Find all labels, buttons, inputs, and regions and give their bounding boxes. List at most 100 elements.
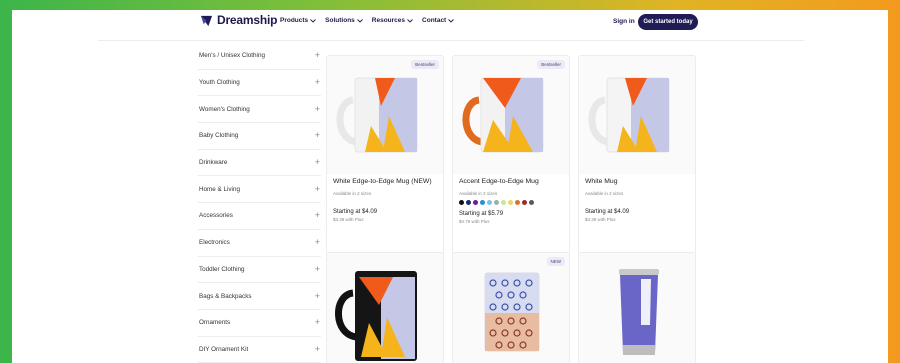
color-swatch[interactable] — [473, 200, 478, 205]
sidebar-item-label: Toddler Clothing — [199, 265, 245, 273]
sidebar-item-home-living[interactable]: Home & Living + — [198, 176, 321, 204]
product-price: Starting at $4.09 — [333, 209, 378, 215]
product-image[interactable] — [579, 56, 695, 174]
product-image[interactable]: NEW — [453, 253, 569, 363]
plus-icon[interactable]: + — [315, 184, 320, 194]
sidebar-item-accessories[interactable]: Accessories + — [198, 203, 321, 230]
sidebar-item-mens-unisex-clothing[interactable]: Men's / Unisex Clothing + — [198, 43, 321, 70]
signin-link[interactable]: Sign in — [613, 18, 635, 25]
nav-label: Contact — [422, 17, 447, 24]
site-header: Dreamship Products Solutions Resources C… — [12, 10, 888, 40]
nav-label: Products — [280, 17, 309, 24]
main-nav: Products Solutions Resources Contact — [280, 17, 455, 24]
color-swatch[interactable] — [508, 200, 513, 205]
white-edge-mug-image — [336, 77, 418, 153]
product-card[interactable]: Bestseller Accent Edge-to-Edge Mug Avail… — [452, 55, 570, 255]
plus-icon[interactable]: + — [315, 158, 320, 167]
sidebar-item-ornaments[interactable]: Ornaments + — [198, 310, 321, 337]
white-mug-image — [588, 77, 670, 153]
sidebar-item-baby-clothing[interactable]: Baby Clothing + — [198, 123, 321, 150]
product-card[interactable]: Bestseller White Edge-to-Edge Mug (NEW) … — [326, 55, 444, 255]
plus-icon[interactable]: + — [315, 318, 320, 327]
product-price: Starting at $5.79 — [459, 211, 504, 217]
product-plus-price: $3.39 with Plus — [585, 217, 616, 222]
color-swatch[interactable] — [501, 200, 506, 205]
product-card[interactable] — [578, 252, 696, 363]
product-image[interactable]: Bestseller — [453, 56, 569, 174]
sidebar-item-label: Accessories — [199, 212, 233, 220]
product-image[interactable]: Bestseller — [327, 56, 443, 174]
sidebar-item-label: Electronics — [199, 239, 230, 247]
sidebar-item-toddler-clothing[interactable]: Toddler Clothing + — [198, 257, 321, 284]
color-swatch[interactable] — [494, 200, 499, 205]
category-sidebar: Men's / Unisex Clothing + Youth Clothing +… — [198, 43, 321, 363]
product-image[interactable] — [327, 253, 443, 363]
chevron-down-icon — [310, 18, 316, 23]
product-title[interactable]: White Edge-to-Edge Mug (NEW) — [333, 178, 437, 185]
nav-contact[interactable]: Contact — [422, 17, 455, 24]
chevron-down-icon — [448, 18, 455, 23]
plus-icon[interactable]: + — [315, 131, 320, 140]
nav-resources[interactable]: Resources — [372, 17, 413, 24]
glass-tumbler-image — [484, 272, 540, 352]
brand-name: Dreamship — [217, 13, 278, 27]
plus-icon[interactable]: + — [315, 264, 320, 274]
nav-label: Resources — [371, 17, 406, 24]
color-swatch[interactable] — [480, 200, 485, 205]
color-swatch[interactable] — [459, 200, 464, 205]
sidebar-item-label: Women's Clothing — [199, 105, 250, 113]
sidebar-item-drinkware[interactable]: Drinkware + — [198, 150, 321, 177]
color-swatches — [459, 200, 563, 205]
sidebar-item-label: Bags & Backpacks — [199, 292, 252, 300]
nav-products[interactable]: Products — [280, 17, 316, 24]
sidebar-item-womens-clothing[interactable]: Women's Clothing + — [198, 96, 321, 124]
product-price: Starting at $4.09 — [585, 209, 630, 215]
sidebar-item-bags-backpacks[interactable]: Bags & Backpacks + — [198, 283, 321, 310]
color-swatch[interactable] — [466, 200, 471, 205]
plus-icon[interactable]: + — [315, 238, 320, 247]
color-swatch[interactable] — [515, 200, 520, 205]
product-plus-price: $3.39 with Plus — [333, 217, 364, 222]
plus-icon[interactable]: + — [315, 104, 320, 114]
sidebar-item-label: Home & Living — [199, 185, 240, 193]
new-badge: NEW — [546, 257, 565, 266]
page: Dreamship Products Solutions Resources C… — [12, 10, 888, 363]
sidebar-item-diy-ornament-kit[interactable]: DIY Ornament Kit + — [198, 337, 321, 363]
sidebar-item-label: Men's / Unisex Clothing — [199, 52, 265, 60]
sidebar-item-youth-clothing[interactable]: Youth Clothing + — [198, 70, 321, 97]
nav-solutions[interactable]: Solutions — [325, 17, 363, 24]
product-sizes: Available in 2 sizes — [585, 191, 624, 196]
color-swatch[interactable] — [522, 200, 527, 205]
sidebar-item-electronics[interactable]: Electronics + — [198, 230, 321, 257]
black-mug-image — [335, 271, 417, 361]
sidebar-item-label: Ornaments — [199, 319, 231, 327]
product-card[interactable]: NEW — [452, 252, 570, 363]
product-title[interactable]: Accent Edge-to-Edge Mug — [459, 178, 563, 185]
chevron-down-icon — [356, 18, 363, 23]
bestseller-badge: Bestseller — [411, 60, 439, 69]
product-image[interactable] — [579, 253, 695, 363]
product-card[interactable]: White Mug Available in 2 sizes Starting … — [578, 55, 696, 255]
plus-icon[interactable]: + — [315, 211, 320, 220]
logo[interactable]: Dreamship — [200, 13, 277, 27]
plus-icon[interactable]: + — [315, 51, 320, 60]
product-plus-price: $4.79 with Plus — [459, 219, 490, 224]
sidebar-item-label: Baby Clothing — [199, 132, 239, 140]
accent-edge-mug-image — [462, 77, 544, 153]
product-card[interactable] — [326, 252, 444, 363]
sidebar-item-label: DIY Ornament Kit — [199, 345, 249, 353]
product-sizes: Available in 2 sizes — [459, 191, 498, 196]
plus-icon[interactable]: + — [315, 78, 320, 87]
bestseller-badge: Bestseller — [537, 60, 565, 69]
product-title[interactable]: White Mug — [585, 178, 689, 185]
dreamship-logo-icon — [200, 15, 213, 26]
plus-icon[interactable]: + — [315, 291, 320, 301]
plus-icon[interactable]: + — [315, 344, 320, 354]
color-swatch[interactable] — [487, 200, 492, 205]
get-started-button[interactable]: Get started today — [638, 14, 698, 30]
color-swatch[interactable] — [529, 200, 534, 205]
chevron-down-icon — [407, 18, 413, 23]
header-divider — [98, 40, 804, 41]
sidebar-item-label: Youth Clothing — [199, 79, 240, 87]
product-sizes: Available in 2 sizes — [333, 191, 372, 196]
